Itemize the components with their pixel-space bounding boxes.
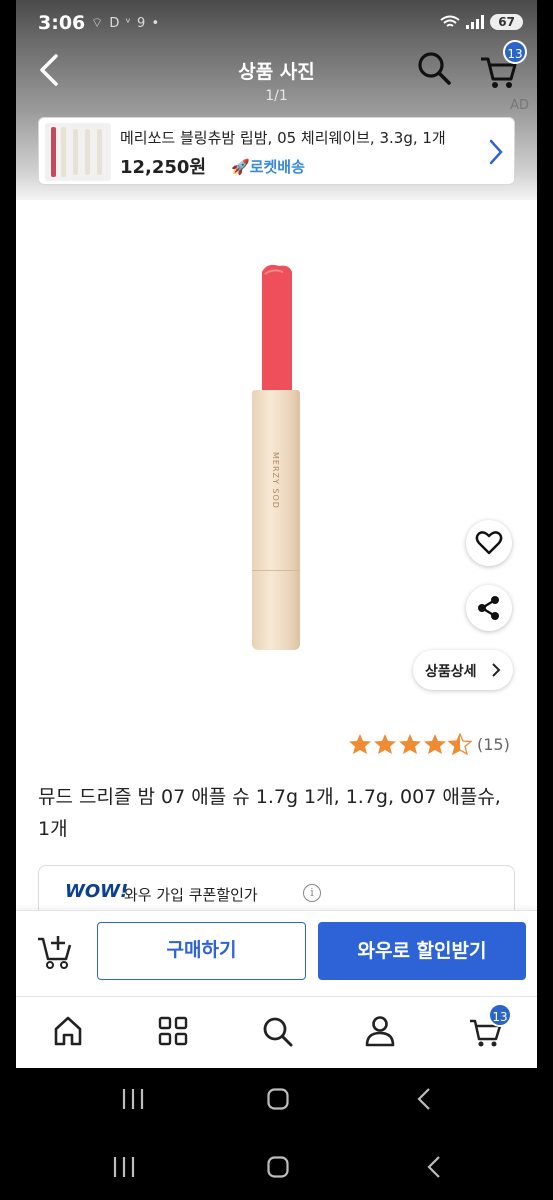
coupon-text: 와우 가입 쿠폰할인가 [124,886,258,904]
system-nav-bar [0,1068,553,1134]
battery-indicator: 67 [490,14,523,30]
system-nav-bar-secondary [0,1134,553,1200]
user-icon[interactable] [360,1011,400,1051]
purchase-bar: 구매하기 와우로 할인받기 [16,910,537,996]
wifi-icon [440,15,460,27]
star-half-icon [448,733,472,755]
ad-product-thumbnail [45,123,111,181]
add-to-cart-icon[interactable] [36,931,76,971]
search-icon[interactable] [257,1011,297,1051]
app-frame: 3:06 ⌔ D ᵛ 9 • 67 상품 사진 1/1 13 AD 메리쏘드 블… [16,0,537,1068]
status-left-indicators: ⌔ D ᵛ 9 • [91,16,161,31]
search-icon[interactable] [416,50,452,86]
ad-product-name: 메리쏘드 블링츄밤 립밤, 05 체리웨이브, 3.3g, 1개 [120,129,446,147]
system-back-icon[interactable] [416,1087,432,1111]
image-counter: 1/1 [265,88,288,104]
status-right-icons: 67 [440,14,523,30]
brand-imprint: MERZY SOD [271,452,280,509]
rocket-delivery: 🚀로켓배송 [231,156,305,177]
cart-count-badge: 13 [503,40,527,64]
page-title: 상품 사진 [238,61,315,83]
wishlist-button[interactable] [466,520,512,566]
product-detail-label: 상품상세 [425,664,477,680]
rocket-icon: 🚀 [231,158,250,176]
ad-price: 12,250원 [120,157,207,178]
wow-discount-button[interactable]: 와우로 할인받기 [318,922,526,980]
product-detail-button[interactable]: 상품상세 [413,650,513,690]
screen: 3:06 ⌔ D ᵛ 9 • 67 상품 사진 1/1 13 AD 메리쏘드 블… [0,0,553,1200]
review-count: (15) [477,734,510,754]
lipstick-tube [252,390,300,650]
star-full-icon [399,734,421,754]
recents-icon[interactable] [121,1088,145,1110]
star-full-icon [424,734,446,754]
ad-card[interactable]: 메리쏘드 블링츄밤 립밤, 05 체리웨이브, 3.3g, 1개 12,250원… [38,117,515,185]
product-title: 뮤드 드리즐 밤 07 애플 슈 1.7g 1개, 1.7g, 007 애플슈,… [38,786,501,840]
share-button[interactable] [466,585,512,631]
home-circle-icon[interactable] [266,1155,290,1179]
chevron-right-icon [492,663,501,677]
bottom-nav: 13 [16,996,537,1068]
rocket-delivery-label: 로켓배송 [249,158,305,176]
nav-cart-button[interactable]: 13 [466,1003,512,1051]
status-bar: 3:06 ⌔ D ᵛ 9 • 67 [16,8,537,38]
star-full-icon [374,734,396,754]
categories-icon[interactable] [153,1011,193,1051]
system-back-icon[interactable] [426,1155,442,1179]
nav-cart-count-badge: 13 [488,1003,512,1027]
star-full-icon [349,734,371,754]
status-time: 3:06 [38,12,86,34]
share-icon [478,596,499,620]
recents-icon[interactable] [112,1156,136,1178]
rating[interactable]: (15) [348,733,510,755]
info-icon[interactable]: i [303,884,321,902]
wow-logo: WOW! [65,881,129,902]
lipstick-bullet [262,264,292,392]
signal-icon [466,15,485,29]
home-circle-icon[interactable] [266,1087,290,1111]
chevron-right-icon [489,139,503,165]
cart-button[interactable]: 13 [479,40,527,88]
tube-seam [252,570,300,571]
heart-icon [475,531,503,555]
home-icon[interactable] [48,1011,88,1051]
buy-button[interactable]: 구매하기 [97,922,306,980]
ad-label: AD [510,98,529,113]
